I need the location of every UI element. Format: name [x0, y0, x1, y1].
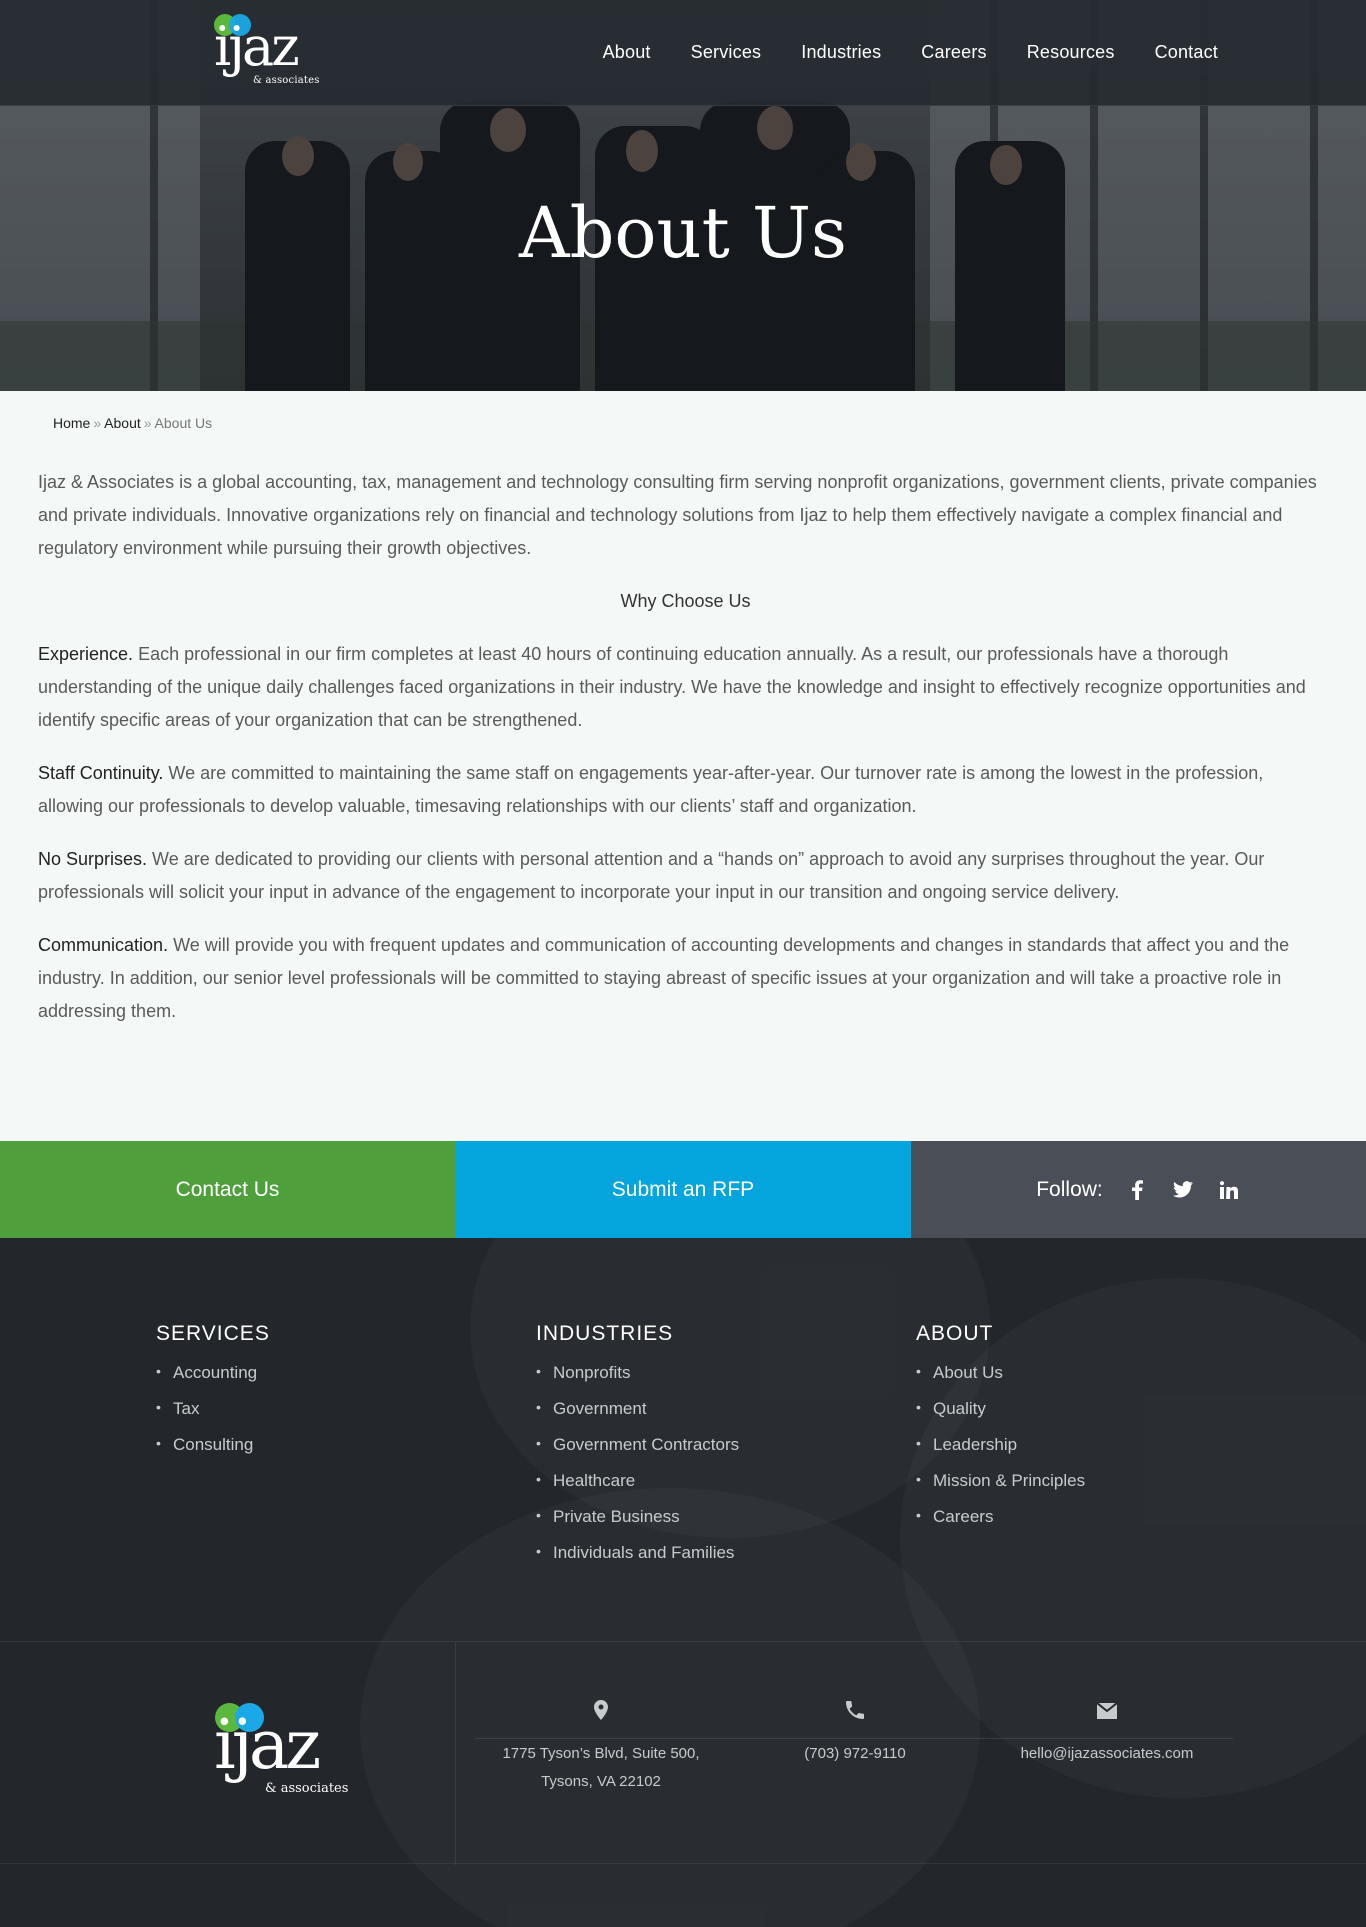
- follow-label: Follow:: [1036, 1177, 1103, 1201]
- intro-paragraph: Ijaz & Associates is a global accounting…: [38, 472, 1317, 558]
- footer-link-item: Government Contractors: [536, 1435, 739, 1471]
- footer-industries-title: INDUSTRIES: [536, 1322, 674, 1345]
- follow-section: Follow:: [911, 1141, 1366, 1238]
- footer-services-column: SERVICES Accounting Tax Consulting: [156, 1322, 270, 1471]
- footer-link[interactable]: About Us: [933, 1363, 1003, 1382]
- footer-link[interactable]: Tax: [173, 1399, 199, 1418]
- site-header: ijaz & associates About Services Industr…: [0, 0, 1366, 106]
- breadcrumb-about[interactable]: About: [104, 415, 141, 431]
- address-line-1: 1775 Tyson’s Blvd, Suite 500,: [502, 1745, 700, 1762]
- facebook-icon[interactable]: [1125, 1178, 1149, 1202]
- footer-link[interactable]: Government: [553, 1399, 647, 1418]
- breadcrumb: Home» About» About Us: [53, 415, 212, 431]
- point-lead: Staff Continuity.: [38, 763, 164, 783]
- footer-about-column: ABOUT About Us Quality Leadership Missio…: [916, 1322, 1085, 1543]
- nav-contact[interactable]: Contact: [1155, 42, 1218, 63]
- contact-us-button[interactable]: Contact Us: [0, 1141, 455, 1238]
- footer-link-item: Accounting: [156, 1363, 270, 1399]
- footer-link[interactable]: Accounting: [173, 1363, 257, 1382]
- footer-link-item: Tax: [156, 1399, 270, 1435]
- footer-link[interactable]: Careers: [933, 1507, 993, 1526]
- footer-link-item: About Us: [916, 1363, 1085, 1399]
- footer-link-item: Quality: [916, 1399, 1085, 1435]
- linkedin-icon[interactable]: [1217, 1178, 1241, 1202]
- nav-about[interactable]: About: [603, 42, 651, 63]
- logo-wordmark: ijaz: [214, 15, 300, 78]
- footer-link[interactable]: Healthcare: [553, 1471, 635, 1490]
- footer-link-item: Government: [536, 1399, 739, 1435]
- footer-link[interactable]: Private Business: [553, 1507, 680, 1526]
- footer-link[interactable]: Mission & Principles: [933, 1471, 1085, 1490]
- point-experience: Experience. Each professional in our fir…: [38, 638, 1333, 737]
- email-link[interactable]: hello@ijazassociates.com: [1021, 1745, 1194, 1762]
- envelope-icon: [982, 1700, 1232, 1740]
- footer-logo[interactable]: ijaz & associates: [213, 1702, 353, 1812]
- breadcrumb-separator: »: [93, 415, 102, 431]
- footer-services-title: SERVICES: [156, 1322, 270, 1345]
- site-logo[interactable]: ijaz & associates: [212, 12, 324, 92]
- main-content: Home» About» About Us Ijaz & Associates is…: [0, 391, 1366, 1141]
- logo-subtitle: & associates: [265, 1781, 349, 1796]
- breadcrumb-home[interactable]: Home: [53, 415, 90, 431]
- logo-wordmark: ijaz: [214, 1706, 321, 1785]
- footer-link[interactable]: Quality: [933, 1399, 986, 1418]
- footer-industries-column: INDUSTRIES Nonprofits Government Governm…: [536, 1322, 739, 1579]
- nav-industries[interactable]: Industries: [801, 42, 881, 63]
- point-lead: Communication.: [38, 935, 169, 955]
- point-no-surprises: No Surprises. We are dedicated to provid…: [38, 843, 1333, 909]
- footer-link[interactable]: Consulting: [173, 1435, 253, 1454]
- point-lead: Experience.: [38, 644, 134, 664]
- footer-link-item: Healthcare: [536, 1471, 739, 1507]
- footer-link[interactable]: Nonprofits: [553, 1363, 630, 1382]
- footer-link-item: Nonprofits: [536, 1363, 739, 1399]
- breadcrumb-separator: »: [143, 415, 152, 431]
- footer-link-item: Individuals and Families: [536, 1543, 739, 1579]
- footer-link[interactable]: Individuals and Families: [553, 1543, 734, 1562]
- point-text: We will provide you with frequent update…: [38, 935, 1290, 1021]
- footer-link-item: Careers: [916, 1507, 1085, 1543]
- footer-phone: (703) 972-9110: [730, 1700, 980, 1768]
- submit-rfp-button[interactable]: Submit an RFP: [455, 1141, 911, 1238]
- footer-link[interactable]: Government Contractors: [553, 1435, 739, 1454]
- point-text: Each professional in our firm completes …: [38, 644, 1306, 730]
- point-text: We are dedicated to providing our client…: [38, 849, 1265, 902]
- point-lead: No Surprises.: [38, 849, 148, 869]
- about-body: Ijaz & Associates is a global accounting…: [38, 466, 1333, 1048]
- logo-subtitle: & associates: [253, 75, 320, 86]
- point-staff-continuity: Staff Continuity. We are committed to ma…: [38, 757, 1333, 823]
- footer-link[interactable]: Leadership: [933, 1435, 1017, 1454]
- footer-link-item: Consulting: [156, 1435, 270, 1471]
- breadcrumb-current: About Us: [154, 415, 213, 431]
- twitter-icon[interactable]: [1171, 1178, 1195, 1202]
- site-footer: SERVICES Accounting Tax Consulting INDUS…: [0, 1238, 1366, 1927]
- footer-link-item: Private Business: [536, 1507, 739, 1543]
- main-nav: About Services Industries Careers Resour…: [563, 42, 1218, 63]
- page-title: About Us: [519, 192, 847, 274]
- nav-services[interactable]: Services: [691, 42, 762, 63]
- footer-email: hello@ijazassociates.com: [982, 1700, 1232, 1768]
- point-communication: Communication. We will provide you with …: [38, 929, 1333, 1028]
- phone-link[interactable]: (703) 972-9110: [804, 1745, 905, 1762]
- nav-resources[interactable]: Resources: [1027, 42, 1115, 63]
- address-line-2: Tysons, VA 22102: [541, 1773, 661, 1790]
- point-text: We are committed to maintaining the same…: [38, 763, 1264, 816]
- map-pin-icon: [476, 1700, 726, 1740]
- nav-careers[interactable]: Careers: [921, 42, 986, 63]
- footer-about-title: ABOUT: [916, 1322, 994, 1345]
- phone-icon: [730, 1700, 980, 1740]
- footer-link-item: Leadership: [916, 1435, 1085, 1471]
- footer-contact-strip: ijaz & associates 1775 Tyson’s Blvd, Sui…: [0, 1641, 1366, 1865]
- cta-bar: Contact Us Submit an RFP Follow:: [0, 1141, 1366, 1238]
- footer-address: 1775 Tyson’s Blvd, Suite 500, Tysons, VA…: [476, 1700, 726, 1796]
- footer-link-item: Mission & Principles: [916, 1471, 1085, 1507]
- why-choose-us-heading: Why Choose Us: [620, 591, 751, 611]
